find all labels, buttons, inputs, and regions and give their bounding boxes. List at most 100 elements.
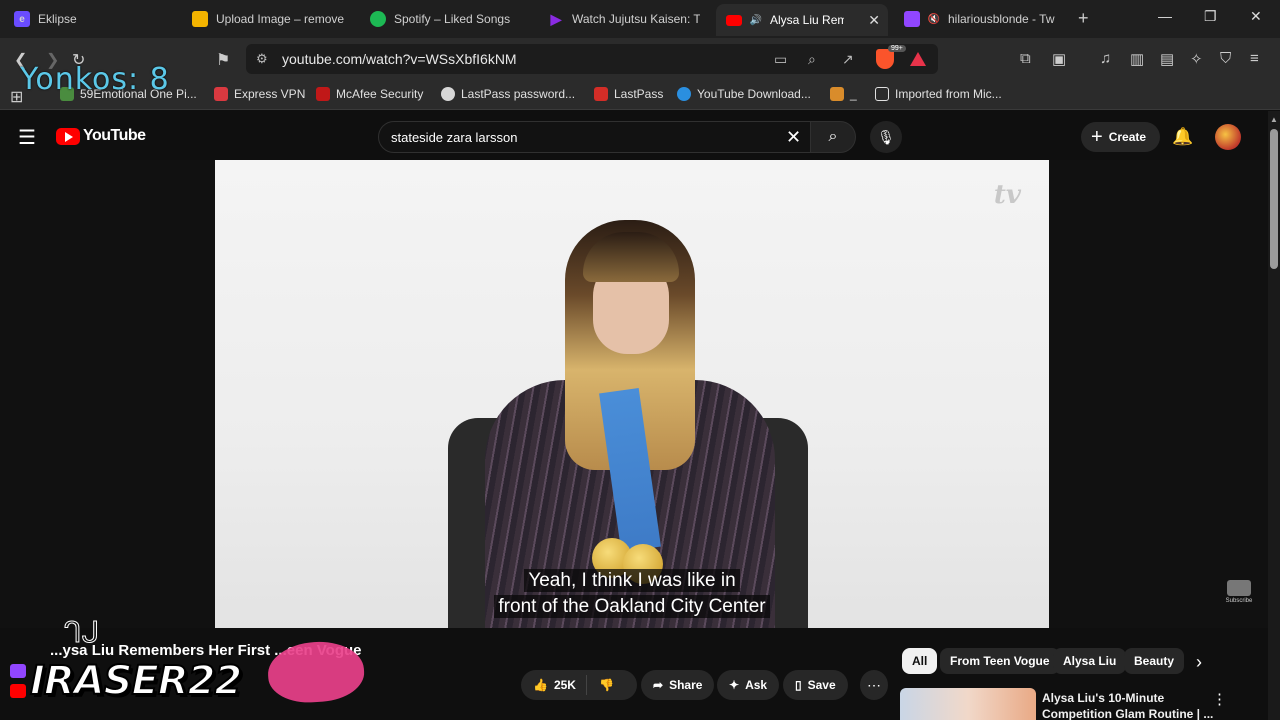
channel-subscribe-badge[interactable]: Subscribe (1224, 580, 1254, 604)
tab-strip: e Eklipse Upload Image – remove Spotify … (0, 0, 1280, 38)
stream-overlay-counter: Yonkos: 8 (20, 62, 170, 97)
bookmark-youtube-download[interactable]: YouTube Download... (677, 87, 811, 101)
zoom-icon[interactable]: ⌕ (808, 51, 816, 68)
brave-shields-icon[interactable] (876, 49, 894, 69)
chip-from-teen-vogue[interactable]: From Teen Vogue (940, 648, 1060, 674)
extensions-icon[interactable]: ⧉ (1020, 50, 1031, 67)
restore-icon[interactable]: ❐ (1204, 8, 1217, 25)
like-dislike-group[interactable]: 👍 25K 👎 (521, 670, 637, 700)
bookmark-favicon-icon (830, 87, 844, 101)
wallet-icon[interactable]: ▤ (1160, 50, 1174, 68)
tab-title: hilariousblonde - Tw (948, 12, 1055, 26)
bookmark-lastpass-password[interactable]: LastPass password... (441, 87, 575, 101)
ask-button[interactable]: ✦ Ask (717, 670, 780, 700)
video-player[interactable]: tv Yeah, I think I was like in front of … (215, 160, 1049, 628)
divider (585, 675, 587, 695)
cast-icon[interactable]: ▭ (774, 51, 787, 68)
bookmark-misc[interactable]: _ (830, 87, 857, 101)
voice-search-button[interactable]: 🎙 (870, 121, 902, 153)
bookmark-label: YouTube Download... (697, 87, 811, 101)
recommended-thumbnail[interactable] (900, 688, 1036, 720)
site-info-icon[interactable]: ⚙ (256, 51, 268, 67)
kebab-menu-icon[interactable]: ⋮ (1212, 690, 1227, 708)
search-button[interactable]: ⌕ (810, 121, 856, 153)
share-arrow-icon: ➦ (653, 678, 664, 692)
chip-alysa-liu[interactable]: Alysa Liu (1053, 648, 1127, 674)
bookmark-icon[interactable]: ⚑ (216, 50, 230, 70)
tab-title: Eklipse (38, 12, 77, 26)
search-input[interactable]: stateside zara larsson (378, 121, 814, 153)
tab-spotify[interactable]: Spotify – Liked Songs (360, 6, 532, 32)
bookmark-label: LastPass password... (461, 87, 576, 101)
bookmark-label: Express VPN (234, 87, 306, 101)
tab-upload-image[interactable]: Upload Image – remove (182, 6, 354, 32)
bookmark-favicon-icon (594, 87, 608, 101)
avatar[interactable] (1215, 124, 1241, 150)
scrollbar-thumb[interactable] (1270, 129, 1278, 269)
clear-search-icon[interactable]: ✕ (786, 127, 801, 148)
chip-beauty[interactable]: Beauty (1124, 648, 1185, 674)
brave-rewards-icon[interactable] (910, 52, 926, 66)
muted-speaker-icon: 🔇 (927, 13, 941, 25)
bookmark-express-vpn[interactable]: Express VPN (214, 87, 305, 101)
chevron-right-icon[interactable]: › (1196, 652, 1202, 673)
more-dots-icon: ⋯ (867, 676, 881, 693)
bookmark-favicon-icon (214, 87, 228, 101)
page-scrollbar[interactable]: ▲ (1268, 111, 1280, 720)
more-actions-button[interactable]: ⋯ (860, 670, 888, 700)
thumbs-down-icon[interactable]: 👎 (599, 678, 614, 692)
bookmark-label: LastPass (614, 87, 664, 101)
tab-title: Spotify – Liked Songs (394, 12, 511, 26)
youtube-logo[interactable]: YouTube (56, 127, 146, 145)
tab-title: Upload Image – remove (216, 12, 344, 26)
bookmark-label: _ (850, 87, 857, 101)
bookmark-mcafee[interactable]: McAfee Security (316, 87, 423, 101)
media-icon[interactable]: ♫ (1100, 50, 1111, 67)
tab-alysa-liu[interactable]: 🔊 Alysa Liu Remem ✕ (716, 4, 888, 36)
recommended-video[interactable]: Alysa Liu's 10-Minute Competition Glam R… (900, 688, 1260, 720)
play-triangle-icon: ▶ (550, 10, 562, 27)
share-page-icon[interactable]: ↗ (842, 51, 854, 68)
scroll-up-icon[interactable]: ▲ (1270, 115, 1278, 124)
notifications-bell-icon[interactable]: 🔔 (1172, 127, 1193, 147)
bookmark-favicon-icon (677, 87, 691, 101)
close-window-icon[interactable]: ✕ (1250, 8, 1262, 25)
save-button[interactable]: ▯ Save (783, 670, 848, 700)
vpn-icon[interactable]: ⛉ (1220, 50, 1231, 67)
share-button[interactable]: ➦ Share (641, 670, 715, 700)
thumbs-up-icon[interactable]: 👍 (533, 678, 548, 692)
address-bar[interactable]: ⚙ youtube.com/watch?v=WSsXbfI6kNM ▭ ⌕ ↗ … (246, 44, 938, 74)
bookmark-label: Imported from Mic... (895, 87, 1002, 101)
tab-eklipse[interactable]: e Eklipse (4, 6, 180, 32)
close-tab-icon[interactable]: ✕ (868, 12, 880, 29)
url-text: youtube.com/watch?v=WSsXbfI6kNM (282, 51, 517, 67)
tab-title: Watch Jujutsu Kaisen: Th (572, 12, 700, 26)
bunny-ears-icon: ᒉᒍ (63, 617, 100, 649)
play-icon (1227, 580, 1251, 596)
bookmark-folder-imported[interactable]: Imported from Mic... (875, 87, 1002, 101)
caption-line-2: front of the Oakland City Center (215, 595, 1049, 618)
streamer-name-overlay: IRASER22 (29, 657, 243, 705)
menu-icon[interactable]: ≡ (1250, 50, 1259, 67)
sidebar-icon[interactable]: ▥ (1130, 50, 1144, 68)
browser-toolbar: ❮ ❯ ↻ ⚑ ⚙ youtube.com/watch?v=WSsXbfI6kN… (0, 38, 1280, 80)
hamburger-menu-icon[interactable]: ☰ (18, 125, 36, 150)
microphone-icon: 🎙 (877, 128, 895, 145)
video-details: ...ysa Liu Remembers Her First ...een Vo… (0, 617, 1268, 720)
youtube-play-icon (56, 127, 80, 145)
caption-line-1: Yeah, I think I was like in (215, 569, 1049, 592)
tab-twitch[interactable]: 🔇 hilariousblonde - Tw (894, 6, 1070, 32)
youtube-icon (726, 14, 742, 26)
create-button[interactable]: + Create (1081, 122, 1161, 152)
minimize-icon[interactable]: — (1158, 8, 1172, 24)
bookmark-lastpass[interactable]: LastPass (594, 87, 663, 101)
leo-icon[interactable]: ✧ (1190, 50, 1203, 68)
social-badges (0, 656, 40, 716)
search-icon: ⌕ (828, 128, 838, 145)
screenshot-icon[interactable]: ▣ (1052, 50, 1066, 68)
create-label: Create (1108, 130, 1147, 144)
tab-jujutsu-kaisen[interactable]: ▶ Watch Jujutsu Kaisen: Th (538, 6, 710, 32)
new-tab-icon[interactable]: + (1078, 8, 1089, 29)
recommended-title[interactable]: Alysa Liu's 10-Minute Competition Glam R… (1042, 690, 1232, 720)
chip-all[interactable]: All (902, 648, 938, 674)
